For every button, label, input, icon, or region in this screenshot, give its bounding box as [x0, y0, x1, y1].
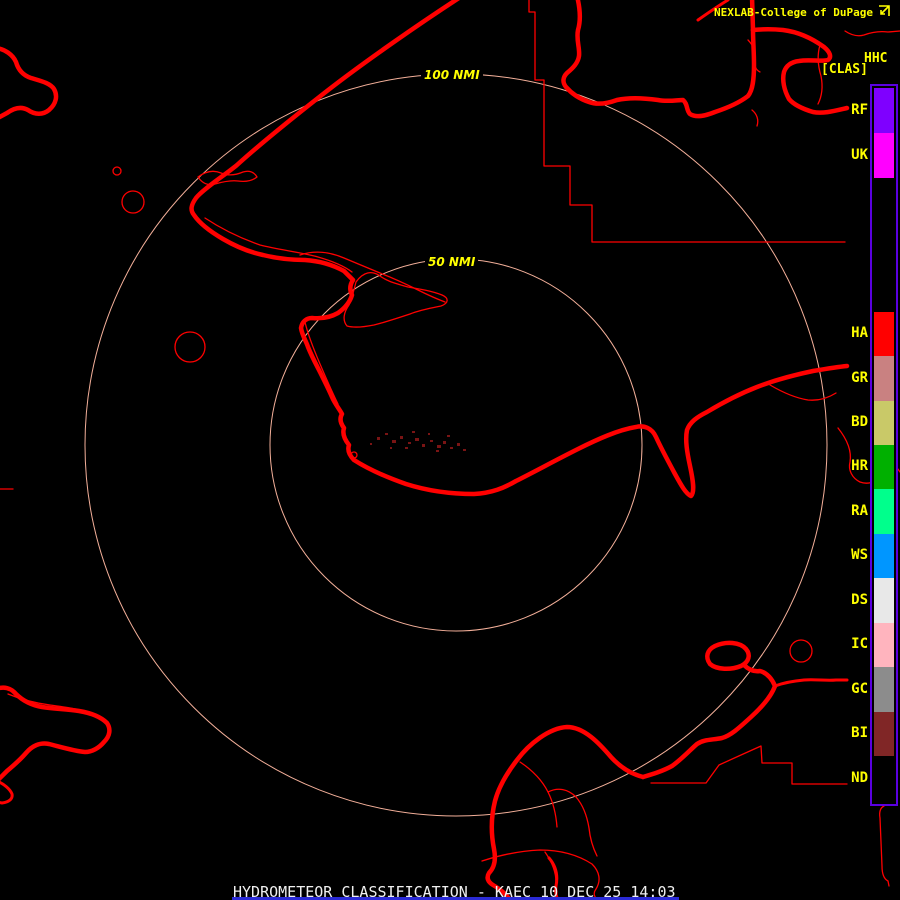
colorbar-segment-DS	[874, 578, 894, 623]
colorbar-segment-GC	[874, 667, 894, 712]
range-ring-100nmi	[84, 73, 828, 817]
radar-display: NEXLAB-College of DuPage HHC [CLAS] 100 …	[0, 0, 900, 900]
legend-label-UK: UK	[851, 146, 868, 163]
legend-label-GR: GR	[851, 369, 868, 386]
colorbar-segment-RA	[874, 489, 894, 534]
colorbar-segment-RF	[874, 88, 894, 133]
legend-label-HR: HR	[851, 458, 868, 474]
legend-label-DS: DS	[851, 591, 868, 608]
legend-label-RF: RF	[851, 101, 868, 118]
legend-label-GC: GC	[851, 680, 868, 697]
colorbar-segment-WS	[874, 534, 894, 578]
product-tag-label: [CLAS]	[821, 62, 868, 77]
station-logo-icon	[879, 5, 890, 16]
map-outlines-thin	[0, 0, 900, 900]
colorbar-segment-HR	[874, 445, 894, 489]
legend-label-HA: HA	[851, 325, 868, 341]
inner-ring-label: 50 NMI	[425, 254, 479, 270]
colorbar-segment-HA	[874, 312, 894, 356]
colorbar-segment-GR	[874, 356, 894, 401]
map-marsh-speckles	[370, 431, 466, 452]
range-rings	[84, 73, 828, 817]
colorbar-segment-BI	[874, 712, 894, 756]
legend-label-IC: IC	[851, 636, 868, 652]
colorbar-segment-BD	[874, 401, 894, 445]
colorbar-segment-IC	[874, 623, 894, 667]
colorbar-segment-UK	[874, 133, 894, 178]
legend-label-ND: ND	[851, 769, 868, 786]
colorbar	[870, 84, 898, 806]
legend-label-BI: BI	[851, 725, 868, 741]
legend-label-BD: BD	[851, 414, 868, 430]
legend-label-WS: WS	[851, 547, 868, 563]
colorbar-segment-ND	[874, 756, 894, 801]
brand-title: NEXLAB-College of DuPage	[714, 6, 873, 19]
legend-label-RA: RA	[851, 502, 868, 519]
radar-map	[0, 0, 900, 900]
outer-ring-label: 100 NMI	[421, 67, 483, 83]
